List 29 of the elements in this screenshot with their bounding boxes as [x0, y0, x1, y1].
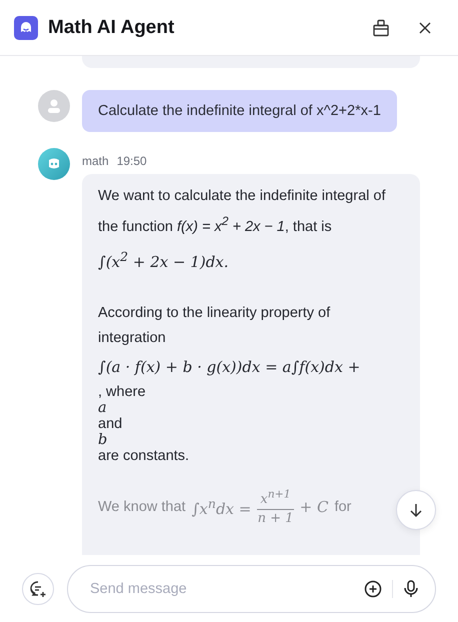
message-text: We know that [98, 498, 186, 517]
message-text: , where [98, 384, 147, 400]
math-variable: b [98, 432, 108, 448]
message-time: 19:50 [116, 154, 147, 168]
message-text: for [334, 498, 352, 517]
message-input[interactable]: Send message [88, 580, 354, 598]
new-chat-button[interactable] [22, 572, 54, 604]
math-formula: ∫(x$^{2}$ + 2x − 1)dx. [98, 248, 230, 273]
user-message: Calculate the indefinite integral of x^2+2*x-1 [82, 90, 397, 132]
user-avatar [38, 90, 70, 122]
microphone-icon[interactable] [403, 580, 419, 598]
math-formula: ∫x$^{n}$dx = [192, 495, 252, 520]
math-variable: a [98, 400, 108, 416]
math-fraction: x$^{n+1}$ n + 1 [257, 486, 294, 528]
message-text: and [98, 416, 124, 432]
scroll-down-button[interactable] [396, 490, 436, 530]
math-formula: + C [300, 496, 328, 517]
bot-avatar-icon [47, 158, 61, 170]
window-title: Math AI Agent [48, 16, 176, 38]
arrow-down-icon [408, 502, 424, 518]
chat-plus-icon [29, 580, 47, 598]
sender-name: math [82, 154, 109, 168]
message-input-field[interactable]: Send message [67, 564, 436, 612]
message-text: are constants. [98, 448, 190, 464]
add-icon[interactable] [364, 580, 382, 598]
message-text: According to the linearity property of integration [98, 304, 332, 348]
math-formula: ∫(a · f(x) + b · g(x))dx = a∫f(x)dx + [98, 356, 362, 378]
app-logo-icon [14, 16, 38, 40]
message-text: We want to calculate the indefinite integral of the function f(x) = x$^{2}$ + 2x − 1, that is [98, 187, 386, 237]
